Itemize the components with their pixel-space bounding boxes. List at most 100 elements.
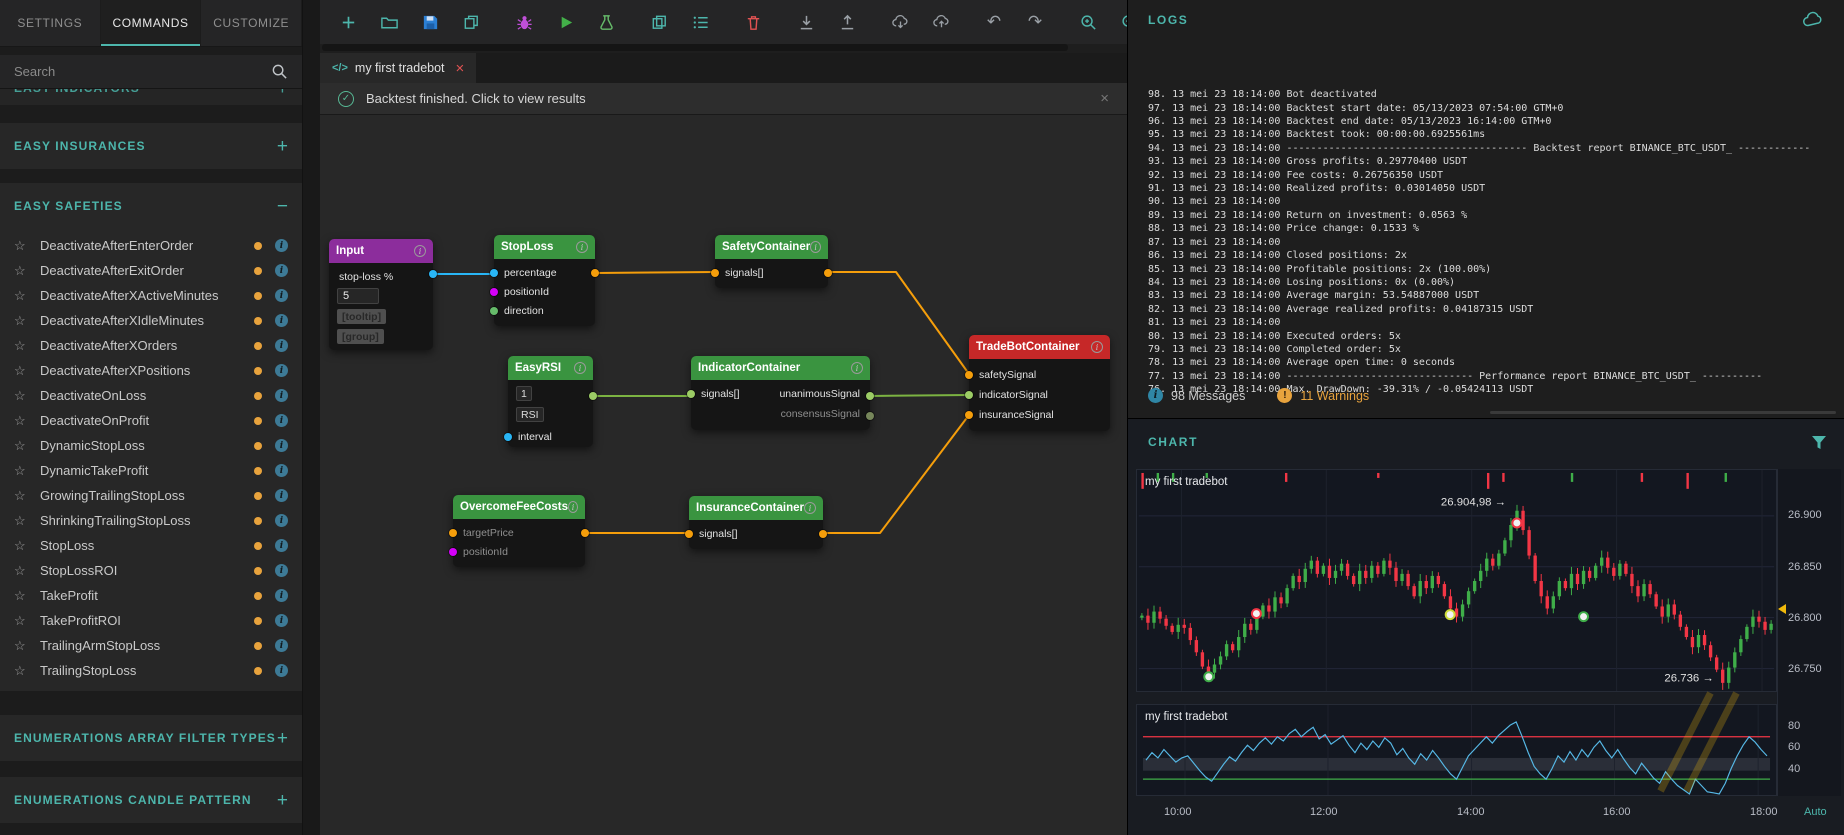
info-icon[interactable]: i	[1091, 341, 1103, 353]
info-icon[interactable]: i	[275, 339, 288, 352]
star-icon[interactable]: ☆	[14, 238, 40, 254]
tab-close-icon[interactable]: ×	[456, 60, 465, 77]
expand-icon[interactable]: +	[277, 729, 288, 748]
input-port[interactable]	[504, 432, 512, 441]
section-easy-indicators[interactable]: EASY INDICATORS+	[0, 89, 302, 105]
horizontal-scrollbar[interactable]	[322, 44, 1068, 51]
input-port[interactable]	[685, 529, 693, 538]
star-icon[interactable]: ☆	[14, 313, 40, 329]
star-icon[interactable]: ☆	[14, 388, 40, 404]
info-icon[interactable]: i	[574, 362, 586, 374]
info-icon[interactable]: i	[275, 314, 288, 327]
star-icon[interactable]: ☆	[14, 288, 40, 304]
safety-list-item[interactable]: ☆ TakeProfitROI i	[0, 608, 302, 633]
collapse-icon[interactable]: −	[277, 197, 288, 216]
star-icon[interactable]: ☆	[14, 488, 40, 504]
input-port[interactable]	[965, 411, 973, 419]
star-icon[interactable]: ☆	[14, 538, 40, 554]
input-port[interactable]	[449, 547, 457, 556]
node-input[interactable]: Input i stop-loss % 5 [tooltip] [group]	[329, 239, 437, 350]
auto-scale-toggle[interactable]: Auto	[1804, 806, 1827, 818]
node-tradebot-container[interactable]: TradeBotContainer i safetySignal indicato…	[965, 335, 1110, 431]
info-icon[interactable]: i	[275, 389, 288, 402]
info-icon[interactable]: i	[275, 364, 288, 377]
delete-icon[interactable]	[739, 8, 767, 36]
input-port[interactable]	[490, 268, 498, 277]
log-list[interactable]: 98. 13 mei 23 18:14:00 Bot deactivated 97…	[1128, 40, 1844, 397]
expand-icon[interactable]: +	[277, 791, 288, 810]
output-port[interactable]	[589, 392, 597, 400]
editor-tab[interactable]: </> my first tradebot ×	[320, 53, 477, 83]
info-icon[interactable]: i	[275, 414, 288, 427]
safety-list-item[interactable]: ☆ DeactivateAfterExitOrder i	[0, 258, 302, 283]
filter-icon[interactable]	[1811, 435, 1827, 450]
output-port[interactable]	[824, 269, 832, 277]
info-icon[interactable]: i	[576, 241, 588, 253]
input-port[interactable]	[449, 528, 457, 537]
expand-icon[interactable]: +	[277, 137, 288, 156]
redo-icon[interactable]: ↷	[1021, 8, 1049, 36]
notification-bar[interactable]: ✓ Backtest finished. Click to view resul…	[320, 83, 1127, 115]
download-icon[interactable]	[792, 8, 820, 36]
star-icon[interactable]: ☆	[14, 438, 40, 454]
info-icon[interactable]: i	[275, 239, 288, 252]
info-icon[interactable]: i	[414, 245, 426, 257]
tab-customize[interactable]: CUSTOMIZE	[201, 0, 303, 46]
star-icon[interactable]: ☆	[14, 613, 40, 629]
section-easy-safeties[interactable]: EASY SAFETIES −	[0, 183, 302, 229]
section-easy-insurances[interactable]: EASY INSURANCES +	[0, 123, 302, 169]
time-axis[interactable]: 10:00 12:00 14:00 16:00 18:00 Auto	[1136, 801, 1841, 825]
safety-list-item[interactable]: ☆ TrailingArmStopLoss i	[0, 633, 302, 658]
star-icon[interactable]: ☆	[14, 563, 40, 579]
undo-icon[interactable]: ↶	[980, 8, 1008, 36]
input-port[interactable]	[687, 390, 695, 398]
info-icon[interactable]: i	[851, 362, 863, 374]
safety-list-item[interactable]: ☆ DeactivateAfterXPositions i	[0, 358, 302, 383]
section-enumerations-candle-pattern[interactable]: ENUMERATIONS CANDLE PATTERN +	[0, 777, 302, 823]
section-enumerations-array-filter-types[interactable]: ENUMERATIONS ARRAY FILTER TYPES +	[0, 715, 302, 761]
output-port[interactable]	[866, 392, 874, 400]
safety-list-item[interactable]: ☆ TakeProfit i	[0, 583, 302, 608]
info-icon[interactable]: i	[275, 289, 288, 302]
node-canvas[interactable]: Input i stop-loss % 5 [tooltip] [group] S…	[320, 115, 1127, 835]
duplicate-icon[interactable]	[645, 8, 673, 36]
rsi-type-field[interactable]: RSI	[516, 407, 544, 422]
star-icon[interactable]: ☆	[14, 513, 40, 529]
safety-list-item[interactable]: ☆ GrowingTrailingStopLoss i	[0, 483, 302, 508]
safety-list-item[interactable]: ☆ DeactivateAfterXIdleMinutes i	[0, 308, 302, 333]
safety-list-item[interactable]: ☆ ShrinkingTrailingStopLoss i	[0, 508, 302, 533]
copy-file-icon[interactable]	[457, 8, 485, 36]
rsi-length-field[interactable]: 1	[516, 386, 532, 401]
star-icon[interactable]: ☆	[14, 588, 40, 604]
star-icon[interactable]: ☆	[14, 663, 40, 679]
star-icon[interactable]: ☆	[14, 338, 40, 354]
star-icon[interactable]: ☆	[14, 263, 40, 279]
node-overcome-fee-costs[interactable]: OvercomeFeeCosts i targetPrice positionId	[449, 495, 589, 567]
safety-list-item[interactable]: ☆ DeactivateAfterXOrders i	[0, 333, 302, 358]
node-safety-container[interactable]: SafetyContainer i signals[]	[711, 235, 832, 288]
safety-list-item[interactable]: ☆ DynamicTakeProfit i	[0, 458, 302, 483]
open-file-icon[interactable]	[375, 8, 403, 36]
search-icon[interactable]	[271, 63, 288, 80]
expand-icon[interactable]: +	[277, 89, 288, 98]
zoom-in-icon[interactable]	[1074, 8, 1102, 36]
info-icon[interactable]: i	[275, 639, 288, 652]
info-icon[interactable]: i	[275, 464, 288, 477]
input-value-field[interactable]: 5	[337, 288, 379, 304]
star-icon[interactable]: ☆	[14, 638, 40, 654]
info-icon[interactable]: i	[275, 664, 288, 677]
cloud-icon[interactable]	[1802, 11, 1824, 29]
star-icon[interactable]: ☆	[14, 363, 40, 379]
info-icon[interactable]: i	[810, 241, 821, 253]
info-icon[interactable]: i	[275, 439, 288, 452]
node-stoploss[interactable]: StopLoss i percentage positionId directio…	[490, 235, 599, 326]
safety-list-item[interactable]: ☆ DeactivateAfterXActiveMinutes i	[0, 283, 302, 308]
info-icon[interactable]: i	[275, 514, 288, 527]
cloud-upload-icon[interactable]	[927, 8, 955, 36]
safety-list-item[interactable]: ☆ DynamicStopLoss i	[0, 433, 302, 458]
safety-list-item[interactable]: ☆ DeactivateAfterEnterOrder i	[0, 233, 302, 258]
run-backtest-icon[interactable]	[551, 8, 579, 36]
add-icon[interactable]	[334, 8, 362, 36]
safety-list-item[interactable]: ☆ StopLossROI i	[0, 558, 302, 583]
safety-list-item[interactable]: ☆ StopLoss i	[0, 533, 302, 558]
